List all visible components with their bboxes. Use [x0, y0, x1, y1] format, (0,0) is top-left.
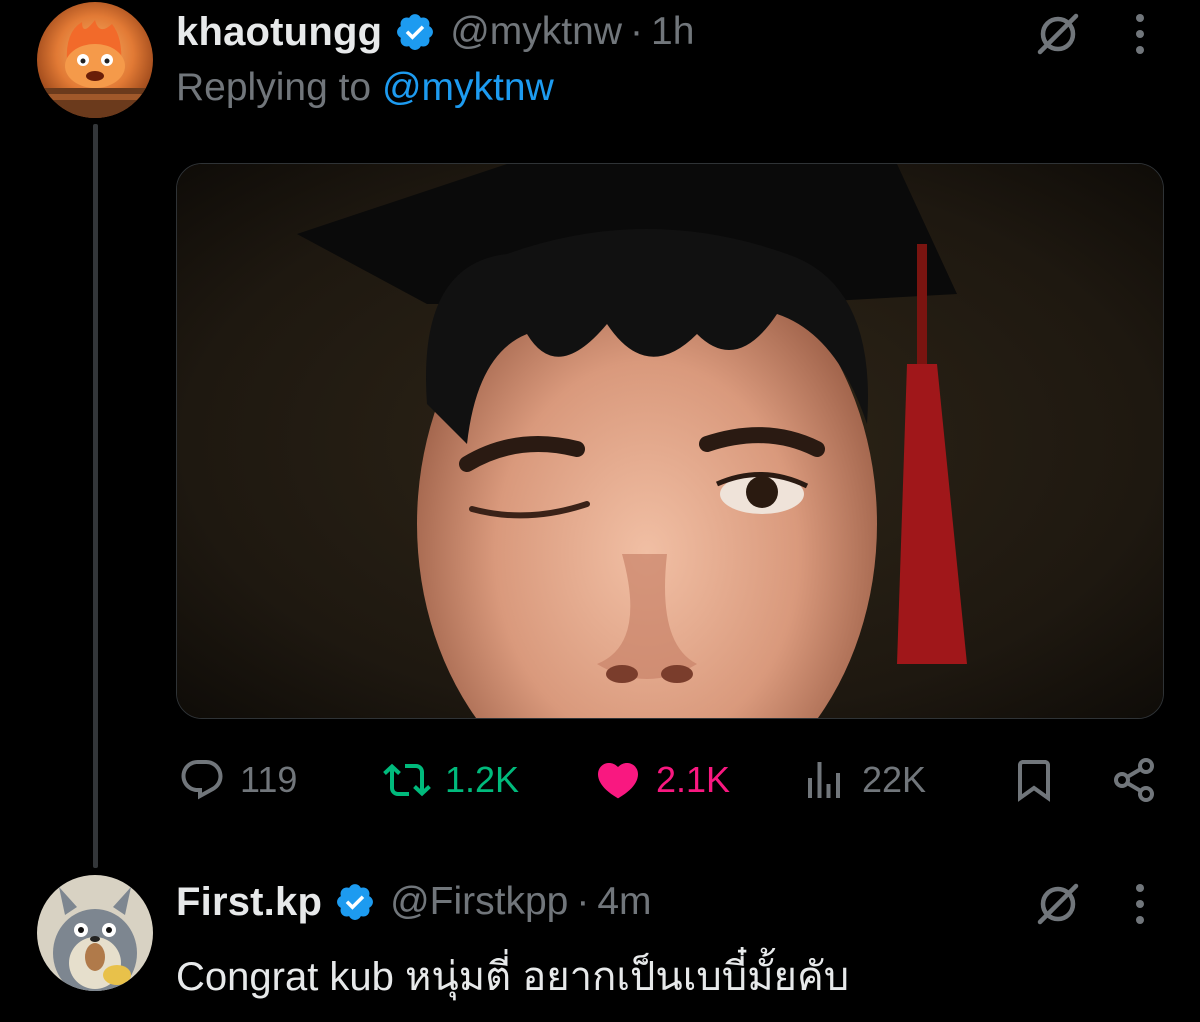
replying-prefix: Replying to: [176, 66, 372, 109]
separator-dot: ·: [630, 10, 643, 53]
verified-badge-icon: [397, 14, 434, 50]
more-icon[interactable]: [1130, 12, 1150, 56]
reply-count: 119: [240, 759, 298, 800]
replying-mention-link[interactable]: @myktnw: [382, 66, 554, 109]
bookmark-icon: [1018, 760, 1050, 802]
retweet-icon: [383, 763, 431, 797]
grok-icon[interactable]: [1034, 880, 1082, 928]
retweet-action[interactable]: 1.2K: [383, 752, 519, 808]
tweet-header: khaotungg @myktnw · 1h: [176, 4, 694, 60]
timestamp[interactable]: 1h: [651, 10, 694, 54]
tweet-first-kp[interactable]: First.kp @Firstkpp · 4m Congrat kub หนุ่…: [0, 860, 1200, 1022]
like-count: 2.1K: [656, 759, 731, 800]
avatar[interactable]: [37, 875, 153, 991]
tweet-photo[interactable]: [176, 163, 1164, 719]
share-action[interactable]: [1110, 752, 1158, 808]
tweet-khaotungg[interactable]: khaotungg @myktnw · 1h Replying to @mykt…: [0, 0, 1200, 868]
retweet-count: 1.2K: [445, 759, 520, 800]
separator-dot: ·: [576, 880, 590, 923]
views-count: 22K: [862, 759, 927, 800]
display-name[interactable]: khaotungg: [176, 10, 382, 55]
views-icon: [808, 762, 840, 798]
thread-line: [93, 124, 98, 868]
avatar[interactable]: [37, 2, 153, 118]
handle[interactable]: @Firstkpp: [390, 880, 568, 924]
more-icon[interactable]: [1130, 882, 1150, 926]
grok-icon[interactable]: [1034, 10, 1082, 58]
views-action[interactable]: 22K: [800, 752, 926, 808]
timestamp[interactable]: 4m: [597, 880, 651, 924]
reply-icon: [181, 760, 223, 800]
heart-icon: [597, 763, 639, 799]
reply-action[interactable]: 119: [178, 752, 297, 808]
tweet-text: Congrat kub หนุ่มตี่ อยากเป็นเบบี๋มั้ยคั…: [176, 955, 850, 999]
display-name[interactable]: First.kp: [176, 880, 322, 925]
replying-to: Replying to @myktnw: [176, 66, 554, 110]
share-icon: [1114, 758, 1154, 802]
tweet-header: First.kp @Firstkpp · 4m: [176, 874, 652, 930]
bookmark-action[interactable]: [1010, 752, 1058, 808]
handle[interactable]: @myktnw: [450, 10, 622, 54]
verified-badge-icon: [337, 884, 374, 920]
like-action[interactable]: 2.1K: [594, 752, 730, 808]
